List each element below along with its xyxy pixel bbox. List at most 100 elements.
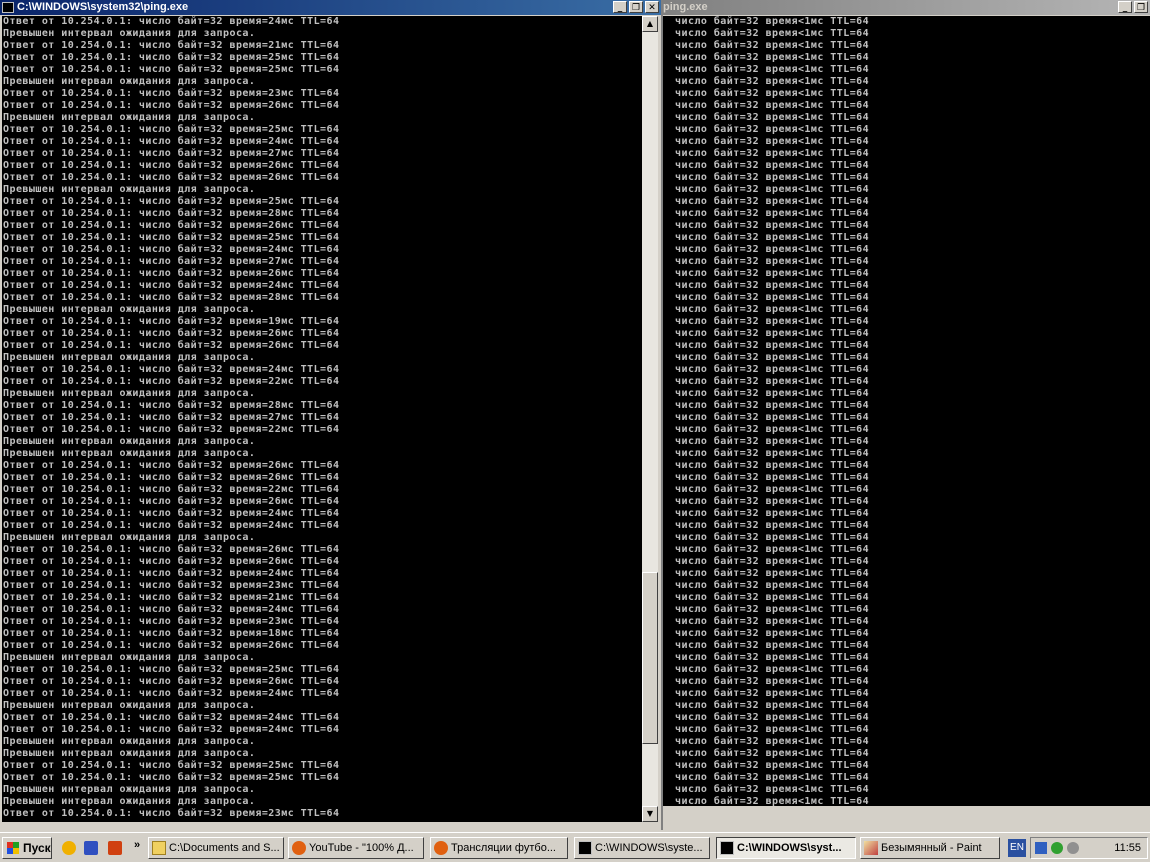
scroll-down-button[interactable]: ▼ [642, 806, 658, 822]
console-line: число байт=32 время<1мс TTL=64 [675, 604, 870, 615]
console-line: число байт=32 время<1мс TTL=64 [675, 520, 870, 531]
console-icon [720, 841, 734, 855]
console-line: Ответ от 10.254.0.1: число байт=32 время… [3, 592, 340, 603]
console-line: число байт=32 время<1мс TTL=64 [675, 676, 870, 687]
clock: 11:55 [1114, 842, 1141, 854]
console-line: число байт=32 время<1мс TTL=64 [675, 40, 870, 51]
ping-window-left[interactable]: C:\WINDOWS\system32\ping.exe _ ❐ ✕ Ответ… [0, 0, 663, 830]
minimize-button[interactable]: _ [1118, 1, 1132, 13]
console-line: число байт=32 время<1мс TTL=64 [675, 412, 870, 423]
console-line: число байт=32 время<1мс TTL=64 [675, 736, 870, 747]
console-line: число байт=32 время<1мс TTL=64 [675, 688, 870, 699]
quick-launch-browser-icon[interactable] [62, 841, 76, 855]
console-line: число байт=32 время<1мс TTL=64 [675, 424, 870, 435]
console-line: число байт=32 время<1мс TTL=64 [675, 544, 870, 555]
vertical-scrollbar[interactable]: ▲ ▼ [642, 16, 658, 822]
taskbar-button[interactable]: Безымянный - Paint [860, 837, 1000, 859]
scroll-up-button[interactable]: ▲ [642, 16, 658, 32]
console-line: число байт=32 время<1мс TTL=64 [675, 352, 870, 363]
console-line: Ответ от 10.254.0.1: число байт=32 время… [3, 16, 340, 27]
console-line: Ответ от 10.254.0.1: число байт=32 время… [3, 340, 340, 351]
console-line: число байт=32 время<1мс TTL=64 [675, 796, 870, 806]
language-indicator[interactable]: EN [1008, 839, 1026, 857]
console-line: число байт=32 время<1мс TTL=64 [675, 508, 870, 519]
console-line: число байт=32 время<1мс TTL=64 [675, 448, 870, 459]
console-line: Ответ от 10.254.0.1: число байт=32 время… [3, 688, 340, 699]
taskbar-button-label: C:\Documents and S... [169, 842, 280, 854]
window-title-left: C:\WINDOWS\system32\ping.exe [17, 1, 189, 13]
taskbar-button[interactable]: YouTube - "100% Д... [288, 837, 424, 859]
console-line: Превышен интервал ожидания для запроса. [3, 448, 256, 459]
restore-button[interactable]: ❐ [1134, 1, 1148, 13]
console-line: число байт=32 время<1мс TTL=64 [675, 328, 870, 339]
quick-launch-more[interactable]: » [134, 839, 140, 851]
console-line: число байт=32 время<1мс TTL=64 [675, 64, 870, 75]
taskbar-button-active[interactable]: C:\WINDOWS\syst... [716, 837, 856, 859]
console-line: число байт=32 время<1мс TTL=64 [675, 52, 870, 63]
console-line: число байт=32 время<1мс TTL=64 [675, 580, 870, 591]
console-line: число байт=32 время<1мс TTL=64 [675, 88, 870, 99]
console-line: Ответ от 10.254.0.1: число байт=32 время… [3, 724, 340, 735]
console-line: число байт=32 время<1мс TTL=64 [675, 400, 870, 411]
console-line: Превышен интервал ожидания для запроса. [3, 388, 256, 399]
network-icon[interactable] [1035, 842, 1047, 854]
console-line: Ответ от 10.254.0.1: число байт=32 время… [3, 100, 340, 111]
console-line: Ответ от 10.254.0.1: число байт=32 время… [3, 604, 340, 615]
console-line: число байт=32 время<1мс TTL=64 [675, 316, 870, 327]
taskbar-button[interactable]: Трансляции футбо... [430, 837, 568, 859]
scroll-thumb[interactable] [642, 572, 658, 744]
console-line: Ответ от 10.254.0.1: число байт=32 время… [3, 148, 340, 159]
console-line: Ответ от 10.254.0.1: число байт=32 время… [3, 640, 340, 651]
console-line: число байт=32 время<1мс TTL=64 [675, 112, 870, 123]
taskbar-button[interactable]: C:\Documents and S... [148, 837, 284, 859]
console-line: число байт=32 время<1мс TTL=64 [675, 364, 870, 375]
quick-launch-media-icon[interactable] [84, 841, 98, 855]
console-line: Ответ от 10.254.0.1: число байт=32 время… [3, 124, 340, 135]
console-line: Превышен интервал ожидания для запроса. [3, 352, 256, 363]
console-line: Ответ от 10.254.0.1: число байт=32 время… [3, 760, 340, 771]
console-line: Ответ от 10.254.0.1: число байт=32 время… [3, 508, 340, 519]
console-line: Ответ от 10.254.0.1: число байт=32 время… [3, 484, 340, 495]
console-line: Превышен интервал ожидания для запроса. [3, 436, 256, 447]
quick-launch-app-icon[interactable] [108, 841, 122, 855]
console-line: число байт=32 время<1мс TTL=64 [675, 148, 870, 159]
title-bar-left[interactable]: C:\WINDOWS\system32\ping.exe _ ❐ ✕ [0, 0, 661, 15]
console-line: число байт=32 время<1мс TTL=64 [675, 628, 870, 639]
console-line: Ответ от 10.254.0.1: число байт=32 время… [3, 256, 340, 267]
console-line: Ответ от 10.254.0.1: число байт=32 время… [3, 544, 340, 555]
console-line: Ответ от 10.254.0.1: число байт=32 время… [3, 88, 340, 99]
console-line: число байт=32 время<1мс TTL=64 [675, 172, 870, 183]
paint-icon [864, 841, 878, 855]
console-line: Ответ от 10.254.0.1: число байт=32 время… [3, 52, 340, 63]
title-bar-right[interactable]: ping.exe _ ❐ [663, 0, 1150, 15]
console-icon [2, 2, 14, 13]
close-button[interactable]: ✕ [645, 1, 659, 13]
console-line: Превышен интервал ожидания для запроса. [3, 76, 256, 87]
taskbar-button-label: YouTube - "100% Д... [309, 842, 414, 854]
console-output-right[interactable]: число байт=32 время<1мс TTL=64 число байт… [663, 16, 1150, 806]
console-line: число байт=32 время<1мс TTL=64 [675, 136, 870, 147]
console-line: число байт=32 время<1мс TTL=64 [675, 496, 870, 507]
console-line: Ответ от 10.254.0.1: число байт=32 время… [3, 268, 340, 279]
taskbar: Пуск » C:\Documents and S... YouTube - "… [0, 832, 1150, 862]
window-title-right: ping.exe [663, 1, 708, 13]
console-line: Превышен интервал ожидания для запроса. [3, 748, 256, 759]
taskbar-button[interactable]: C:\WINDOWS\syste... [574, 837, 710, 859]
console-line: Превышен интервал ожидания для запроса. [3, 532, 256, 543]
minimize-button[interactable]: _ [613, 1, 627, 13]
console-output-left[interactable]: Ответ от 10.254.0.1: число байт=32 время… [2, 16, 642, 822]
console-line: Ответ от 10.254.0.1: число байт=32 время… [3, 628, 340, 639]
ping-window-right[interactable]: ping.exe _ ❐ число байт=32 время<1мс TTL… [663, 0, 1150, 830]
console-line: число байт=32 время<1мс TTL=64 [675, 124, 870, 135]
console-line: Ответ от 10.254.0.1: число байт=32 время… [3, 280, 340, 291]
console-line: Ответ от 10.254.0.1: число байт=32 время… [3, 220, 340, 231]
system-tray: 11:55 [1030, 837, 1148, 859]
window-frame [663, 806, 1150, 830]
status-icon[interactable] [1051, 842, 1063, 854]
start-button[interactable]: Пуск [2, 837, 52, 859]
console-line: Ответ от 10.254.0.1: число байт=32 время… [3, 412, 340, 423]
restore-button[interactable]: ❐ [629, 1, 643, 13]
console-line: число байт=32 время<1мс TTL=64 [675, 256, 870, 267]
volume-icon[interactable] [1067, 842, 1079, 854]
console-line: число байт=32 время<1мс TTL=64 [675, 700, 870, 711]
